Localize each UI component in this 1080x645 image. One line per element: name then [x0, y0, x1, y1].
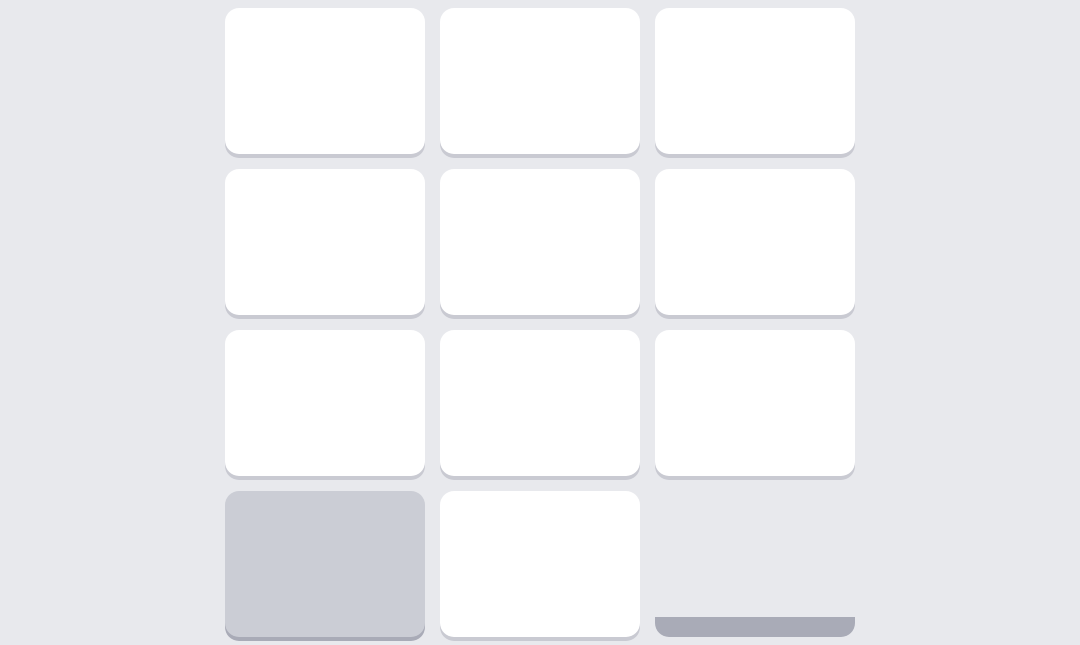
keypad-key-special[interactable] — [225, 491, 425, 637]
keypad-key-4[interactable] — [225, 169, 425, 315]
keypad-key-7[interactable] — [225, 330, 425, 476]
keypad — [225, 8, 855, 637]
keypad-key-3[interactable] — [655, 8, 855, 154]
keypad-key-5[interactable] — [440, 169, 640, 315]
keypad-key-1[interactable] — [225, 8, 425, 154]
keypad-key-8[interactable] — [440, 330, 640, 476]
key-action-bar — [655, 617, 855, 637]
page — [0, 0, 1080, 645]
keypad-key-2[interactable] — [440, 8, 640, 154]
keypad-key-action[interactable] — [655, 491, 855, 637]
keypad-key-9[interactable] — [655, 330, 855, 476]
keypad-key-0[interactable] — [440, 491, 640, 637]
keypad-key-6[interactable] — [655, 169, 855, 315]
